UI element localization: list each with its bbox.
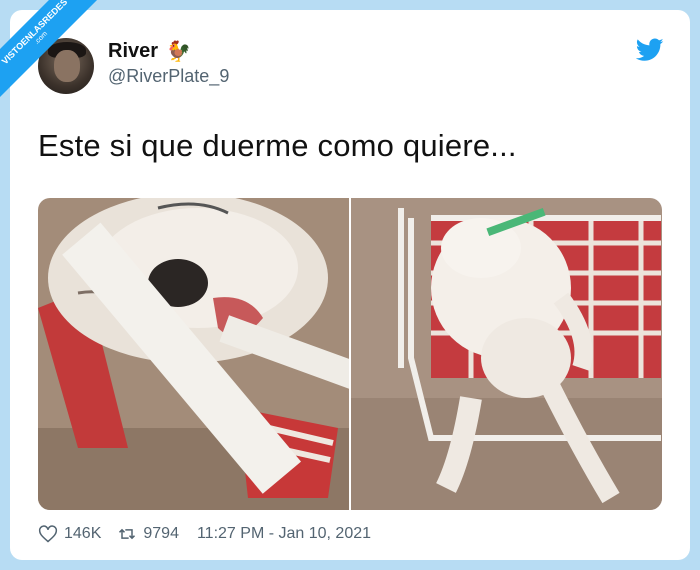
tweet-media[interactable] <box>38 198 662 510</box>
dog-closeup-image <box>38 198 349 510</box>
user-handle[interactable]: @RiverPlate_9 <box>108 66 229 87</box>
tweet-text: Este si que duerme como quiere... <box>38 128 517 163</box>
author-name-row: River 🐓 <box>108 40 191 63</box>
photo-right-dog-chair[interactable] <box>351 198 662 510</box>
avatar-face <box>54 50 80 82</box>
rooster-emoji-icon: 🐓 <box>166 40 191 63</box>
heart-icon[interactable] <box>38 524 58 544</box>
tweet-card: River 🐓 @RiverPlate_9 Este si que duerme… <box>10 10 690 560</box>
display-name[interactable]: River <box>108 40 158 63</box>
retweet-count: 9794 <box>143 525 179 542</box>
dog-on-chair-image <box>351 198 662 510</box>
photo-left-dog-closeup[interactable] <box>38 198 349 510</box>
retweet-icon[interactable] <box>117 524 137 544</box>
like-stat[interactable]: 146K <box>38 524 101 544</box>
retweet-stat[interactable]: 9794 <box>117 524 179 544</box>
like-count: 146K <box>64 525 102 542</box>
twitter-bird-icon[interactable] <box>636 38 664 62</box>
tweet-timestamp[interactable]: 11:27 PM - Jan 10, 2021 <box>197 525 371 543</box>
tweet-stats: 146K 9794 11:27 PM - Jan 10, 2021 <box>38 524 371 544</box>
